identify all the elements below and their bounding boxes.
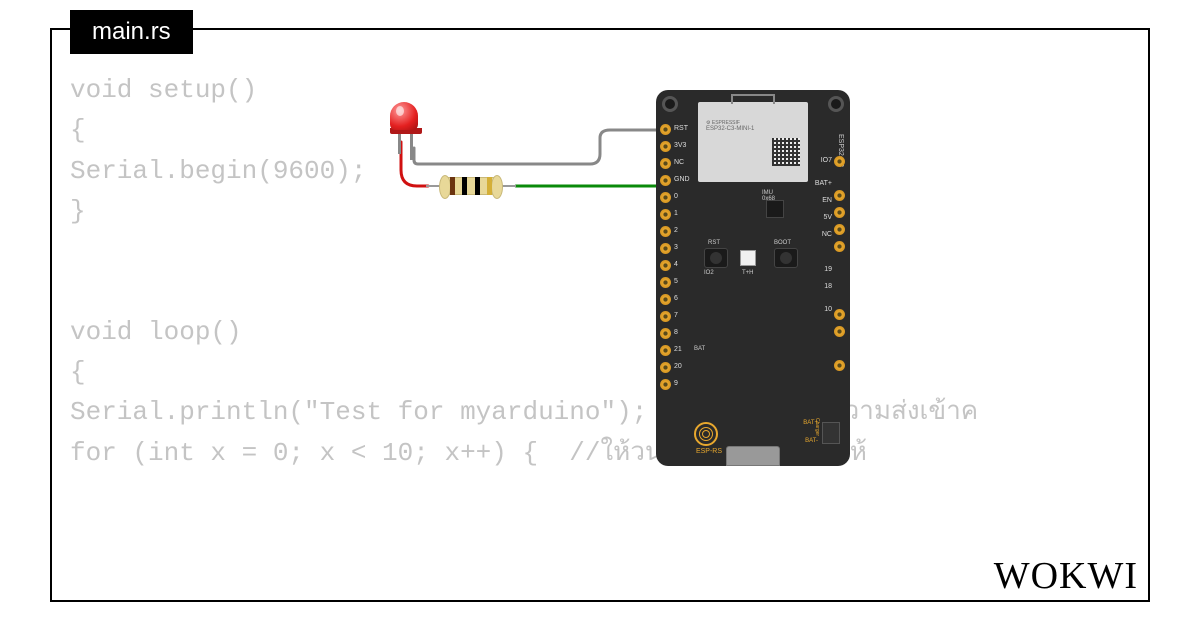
antenna-icon: [731, 94, 775, 104]
pin-8[interactable]: [660, 328, 671, 339]
pin-4[interactable]: [660, 260, 671, 271]
mounting-hole-icon: [828, 96, 844, 112]
resistor-band-4: [487, 177, 492, 195]
pin-1[interactable]: [660, 209, 671, 220]
bat-plus-label: BAT+: [803, 420, 818, 426]
wokwi-logo-text: WOKWI: [994, 555, 1138, 597]
qr-code-icon: [772, 138, 800, 166]
wokwi-logo: WOKWI: [994, 554, 1138, 598]
code-line-1: void setup(): [70, 75, 257, 105]
reset-button[interactable]: [704, 248, 728, 268]
bat-minus-label: BAT-: [805, 438, 818, 444]
pin-3v3[interactable]: [660, 141, 671, 152]
filename-text: main.rs: [92, 18, 171, 45]
gpio0-wire[interactable]: [516, 186, 666, 192]
pin-nc[interactable]: [660, 158, 671, 169]
io2-label: IO2: [704, 270, 714, 276]
resistor-band-1: [450, 177, 455, 195]
pin-gnd[interactable]: [660, 175, 671, 186]
resistor-band-2: [462, 177, 467, 195]
pin-batplus[interactable]: [834, 190, 845, 201]
pin-10[interactable]: [834, 360, 845, 371]
resistor-body: [442, 177, 500, 195]
pin-labels-left: RST 3V3 NC GND 0 1 2 3 4 5 6 7 8 21 20 9: [674, 123, 690, 389]
led-cathode-leg: [410, 134, 413, 160]
th-label: T+H: [742, 270, 754, 276]
pins-left-column: [660, 124, 672, 390]
pin-18[interactable]: [834, 326, 845, 337]
resistor-component[interactable]: [426, 176, 516, 196]
pin-io7[interactable]: [834, 156, 845, 167]
rst-button-label: RST: [708, 240, 720, 246]
gnd-wire[interactable]: [414, 130, 666, 175]
boot-button[interactable]: [774, 248, 798, 268]
pin-en[interactable]: [834, 207, 845, 218]
led-component[interactable]: [390, 102, 422, 146]
battery-connector-icon: [822, 422, 840, 444]
imu-chip-icon: [766, 200, 784, 218]
pin-3[interactable]: [660, 243, 671, 254]
pin-9[interactable]: [660, 379, 671, 390]
code-line-7: void loop(): [70, 317, 242, 347]
pin-5v[interactable]: [834, 224, 845, 235]
bat-label: BAT: [694, 346, 705, 352]
chip-label: ⚙ ESPRESSIF ESP32-C3-MINI-1: [706, 120, 754, 133]
rgb-led-icon: [740, 250, 756, 266]
esp-rs-logo: ESP-RS: [694, 422, 724, 452]
pin-rst[interactable]: [660, 124, 671, 135]
pin-labels-right: IO7 BAT+ EN 5V NC 19 18 10: [815, 155, 832, 315]
fingerprint-icon: [694, 422, 718, 446]
led-anode-leg: [398, 134, 401, 154]
esp-chip: ⚙ ESPRESSIF ESP32-C3-MINI-1: [698, 102, 808, 182]
resistor-band-3: [475, 177, 480, 195]
pin-nc-r[interactable]: [834, 241, 845, 252]
pin-6[interactable]: [660, 294, 671, 305]
pin-5[interactable]: [660, 277, 671, 288]
pins-right-column: [834, 156, 846, 371]
mounting-hole-icon: [662, 96, 678, 112]
boot-button-label: BOOT: [774, 240, 791, 246]
code-line-4: }: [70, 196, 86, 226]
pin-2[interactable]: [660, 226, 671, 237]
filename-tab[interactable]: main.rs: [70, 10, 193, 54]
usb-connector-icon: [726, 446, 780, 466]
pin-21[interactable]: [660, 345, 671, 356]
code-line-2: {: [70, 115, 86, 145]
code-line-8: {: [70, 357, 86, 387]
circuit-canvas[interactable]: ⚙ ESPRESSIF ESP32-C3-MINI-1 ESP32-C3: [370, 90, 850, 470]
led-bulb-icon: [390, 102, 418, 130]
pin-19[interactable]: [834, 309, 845, 320]
pin-20[interactable]: [660, 362, 671, 373]
pin-7[interactable]: [660, 311, 671, 322]
pin-0[interactable]: [660, 192, 671, 203]
code-line-3: Serial.begin(9600);: [70, 156, 366, 186]
esp32-board[interactable]: ⚙ ESPRESSIF ESP32-C3-MINI-1 ESP32-C3: [656, 90, 850, 466]
